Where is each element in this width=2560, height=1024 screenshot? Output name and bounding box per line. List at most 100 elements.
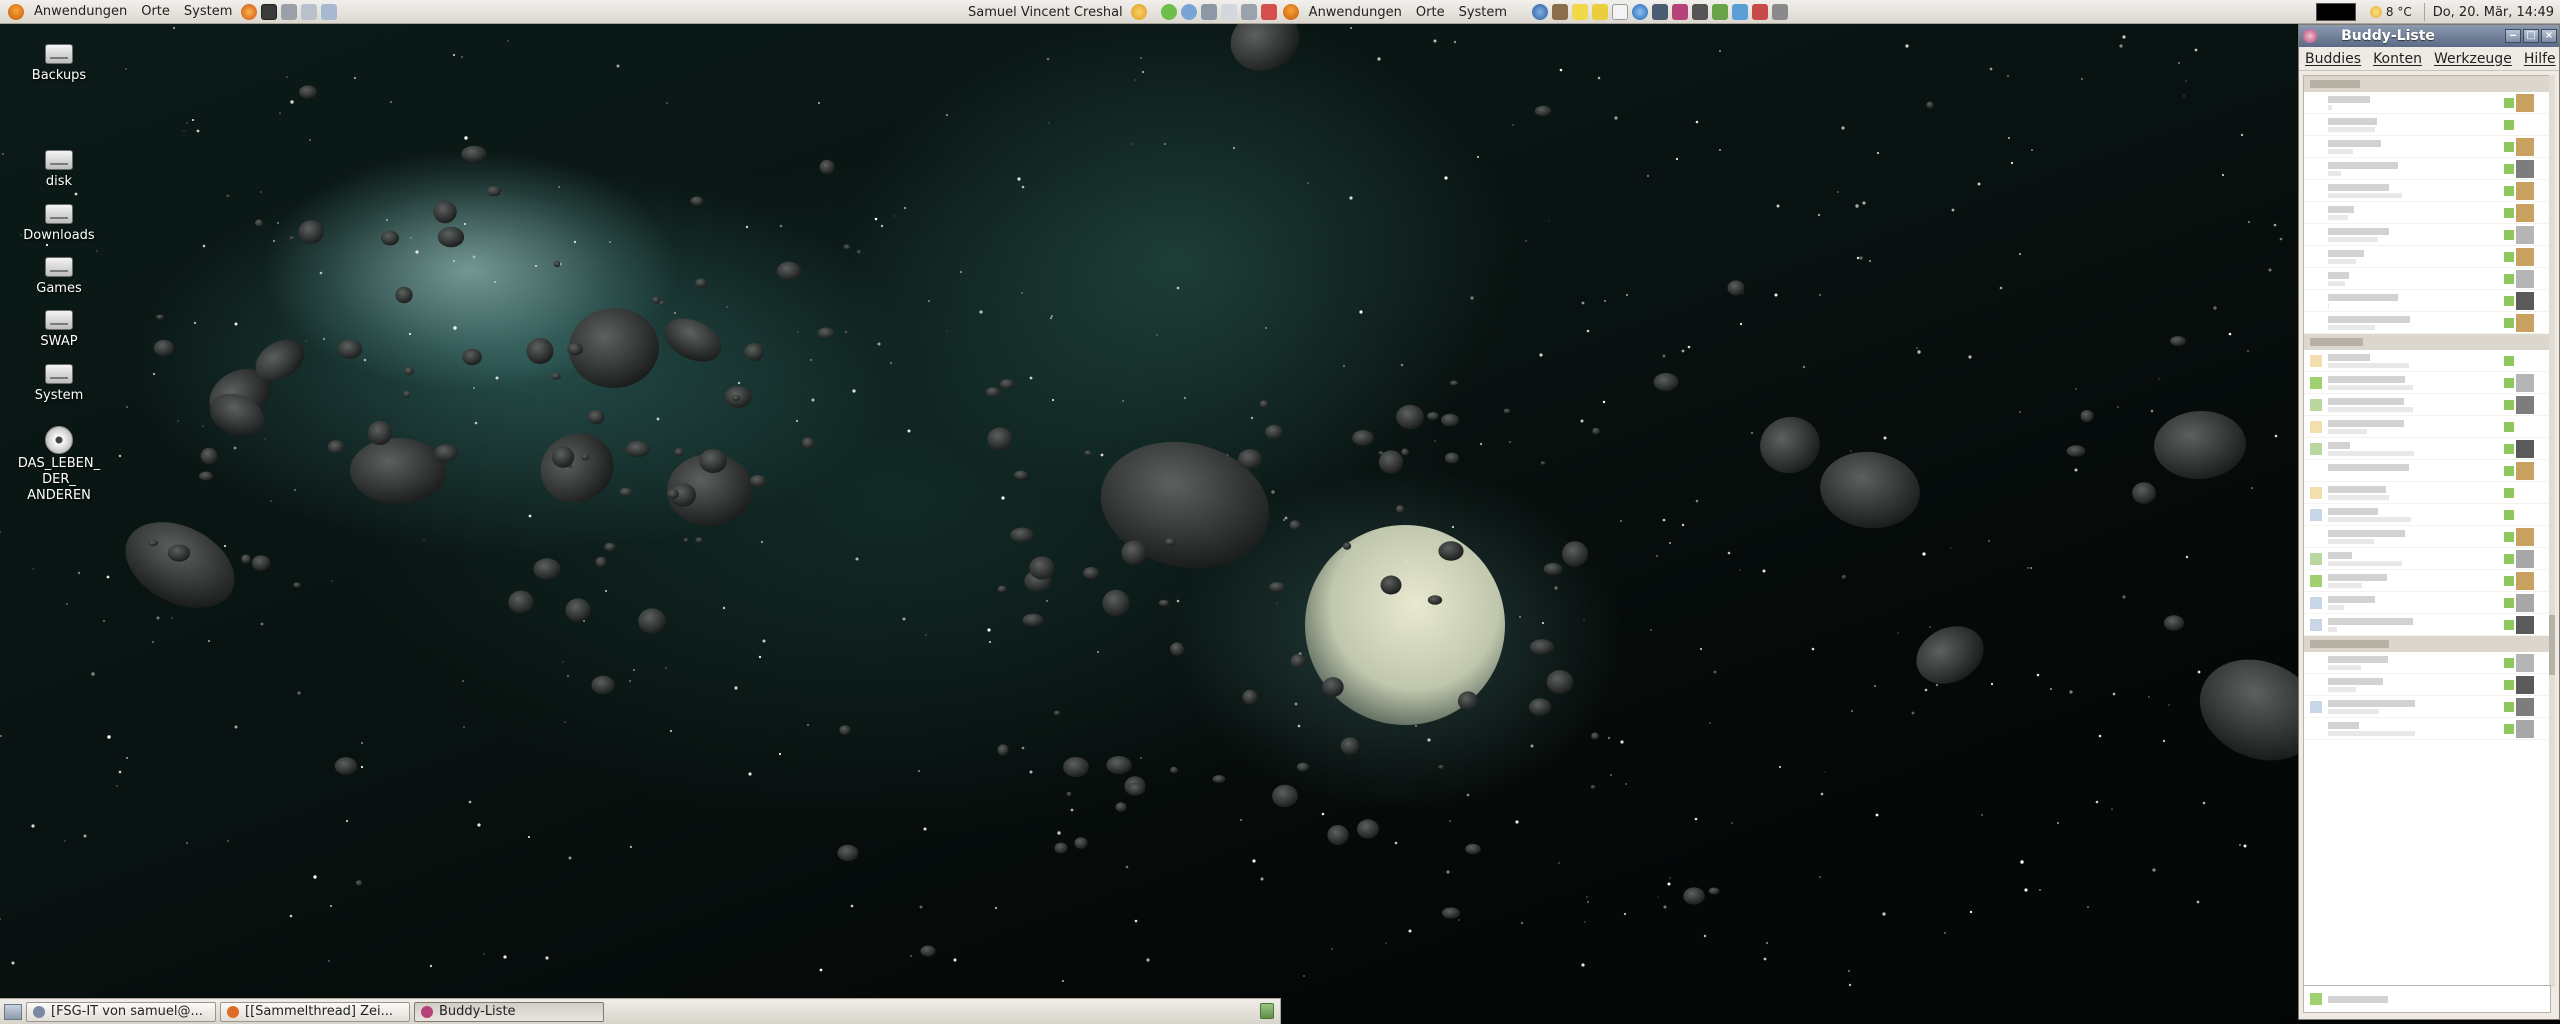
buddy-group-header[interactable] <box>2304 334 2550 350</box>
minimize-icon[interactable]: ‒ <box>2505 29 2521 43</box>
desktop-icon-swap[interactable]: SWAP <box>7 310 111 349</box>
buddy-list-tree[interactable] <box>2303 75 2551 987</box>
network-launcher-icon[interactable] <box>301 3 318 20</box>
trash-icon[interactable] <box>1260 1003 1274 1019</box>
menu-system[interactable]: System <box>177 0 239 24</box>
buddy-row[interactable] <box>2304 372 2550 394</box>
buddy-row[interactable] <box>2304 114 2550 136</box>
scrollbar-thumb[interactable] <box>2549 615 2555 675</box>
calculator-launcher-icon[interactable] <box>1692 4 1709 20</box>
music-launcher-icon[interactable] <box>1752 4 1769 20</box>
buddy-row[interactable] <box>2304 570 2550 592</box>
buddy-protocol-icon <box>2504 378 2514 388</box>
buddy-window-titlebar[interactable]: Buddy-Liste ‒ □ × <box>2299 25 2559 47</box>
battery-applet-icon[interactable] <box>1260 4 1277 20</box>
buddy-row[interactable] <box>2304 158 2550 180</box>
buddy-row[interactable] <box>2304 592 2550 614</box>
settings-launcher-icon[interactable] <box>281 3 298 20</box>
maximize-icon[interactable]: □ <box>2523 29 2539 43</box>
system-monitor-graph[interactable] <box>2315 3 2356 21</box>
chat-launcher-icon[interactable] <box>1672 4 1689 20</box>
status-selector[interactable] <box>2303 985 2551 1013</box>
user-switcher[interactable]: Samuel Vincent Creshal <box>962 5 1129 20</box>
close-icon[interactable]: × <box>2541 29 2557 43</box>
buddy-row[interactable] <box>2304 548 2550 570</box>
buddy-avatar <box>2516 226 2534 244</box>
notes-launcher-icon[interactable] <box>1592 4 1609 20</box>
menu-help[interactable]: Hilfe <box>2518 51 2560 67</box>
buddy-row[interactable] <box>2304 718 2550 740</box>
network-status-icon[interactable] <box>1160 4 1177 20</box>
buddy-status-icon <box>2310 317 2322 329</box>
browser-launcher-icon[interactable] <box>1632 4 1649 20</box>
buddy-row[interactable] <box>2304 652 2550 674</box>
menu-applications[interactable]: Anwendungen <box>27 0 134 24</box>
mail-notifier-icon[interactable] <box>1220 4 1237 20</box>
asteroid-field-art <box>0 9 2321 987</box>
buddy-row[interactable] <box>2304 482 2550 504</box>
buddy-message-redacted <box>2328 385 2413 390</box>
desktop-icon-backups[interactable]: Backups <box>7 44 111 83</box>
clock[interactable]: Do, 20. Mär, 14:49 <box>2433 5 2560 20</box>
thunderbird-launcher-icon[interactable] <box>1532 4 1549 20</box>
menu-tools[interactable]: Werkzeuge <box>2428 51 2518 67</box>
buddy-row[interactable] <box>2304 202 2550 224</box>
task-browser[interactable]: [[Sammelthread] Zei... <box>220 1001 410 1022</box>
menu-buddies[interactable]: Buddies <box>2299 51 2367 67</box>
buddy-row[interactable] <box>2304 290 2550 312</box>
document-launcher-icon[interactable] <box>1612 4 1629 20</box>
buddy-list-scrollbar[interactable] <box>2549 75 2555 987</box>
show-desktop-icon[interactable] <box>4 1003 22 1020</box>
desktop-icon-downloads[interactable]: Downloads <box>7 204 111 243</box>
buddy-row[interactable] <box>2304 674 2550 696</box>
monitor-applet-icon[interactable] <box>1200 4 1217 20</box>
buddy-group-header[interactable] <box>2304 76 2550 92</box>
terminal-launcher-icon[interactable] <box>261 3 278 20</box>
buddy-row[interactable] <box>2304 180 2550 202</box>
buddy-row[interactable] <box>2304 614 2550 636</box>
buddy-row[interactable] <box>2304 394 2550 416</box>
buddy-group-header[interactable] <box>2304 636 2550 652</box>
buddy-avatar <box>2516 160 2534 178</box>
buddy-row[interactable] <box>2304 350 2550 372</box>
menu-places-secondary[interactable]: Orte <box>1409 5 1452 20</box>
buddy-row[interactable] <box>2304 246 2550 268</box>
buddy-row[interactable] <box>2304 438 2550 460</box>
desktop-icon-system[interactable]: System <box>7 364 111 403</box>
buddy-row[interactable] <box>2304 526 2550 548</box>
gimp-launcher-icon[interactable] <box>1552 4 1569 20</box>
buddy-row[interactable] <box>2304 92 2550 114</box>
buddy-row[interactable] <box>2304 224 2550 246</box>
buddy-avatar <box>2516 654 2534 672</box>
menu-system-secondary[interactable]: System <box>1452 5 1514 20</box>
menu-places[interactable]: Orte <box>134 0 177 24</box>
editor-launcher-icon[interactable] <box>1572 4 1589 20</box>
buddy-list-window[interactable]: Buddy-Liste ‒ □ × Buddies Konten Werkzeu… <box>2298 24 2560 1020</box>
buddy-row[interactable] <box>2304 136 2550 158</box>
task-terminal[interactable]: [FSG-IT von samuel@... <box>26 1001 216 1022</box>
buddy-avatar <box>2516 676 2534 694</box>
buddy-row[interactable] <box>2304 504 2550 526</box>
buddy-row[interactable] <box>2304 460 2550 482</box>
task-buddy-list[interactable]: Buddy-Liste <box>414 1001 604 1022</box>
weather-temperature[interactable]: 8 °C <box>2384 5 2416 19</box>
drive-icon <box>45 257 73 277</box>
desktop-icon-disk[interactable]: disk <box>7 150 111 189</box>
misc-launcher-icon[interactable] <box>1772 4 1789 20</box>
update-notifier-icon[interactable] <box>1180 4 1197 20</box>
desktop-icon-games[interactable]: Games <box>7 257 111 296</box>
buddy-row[interactable] <box>2304 416 2550 438</box>
buddy-row[interactable] <box>2304 268 2550 290</box>
buddy-name-redacted <box>2328 596 2375 603</box>
menu-applications-secondary[interactable]: Anwendungen <box>1302 5 1409 20</box>
desktop-icon-dvd[interactable]: DAS_LEBEN_ DER_ ANDEREN <box>7 426 111 504</box>
volume-icon[interactable] <box>1240 4 1257 20</box>
buddy-row[interactable] <box>2304 696 2550 718</box>
menu-accounts[interactable]: Konten <box>2367 51 2428 67</box>
photo-launcher-icon[interactable] <box>1712 4 1729 20</box>
buddy-row[interactable] <box>2304 312 2550 334</box>
screenshot-launcher-icon[interactable] <box>321 3 338 20</box>
firefox-launcher-icon[interactable] <box>241 3 258 20</box>
app-launcher-icon[interactable] <box>1652 4 1669 20</box>
game-launcher-icon[interactable] <box>1732 4 1749 20</box>
